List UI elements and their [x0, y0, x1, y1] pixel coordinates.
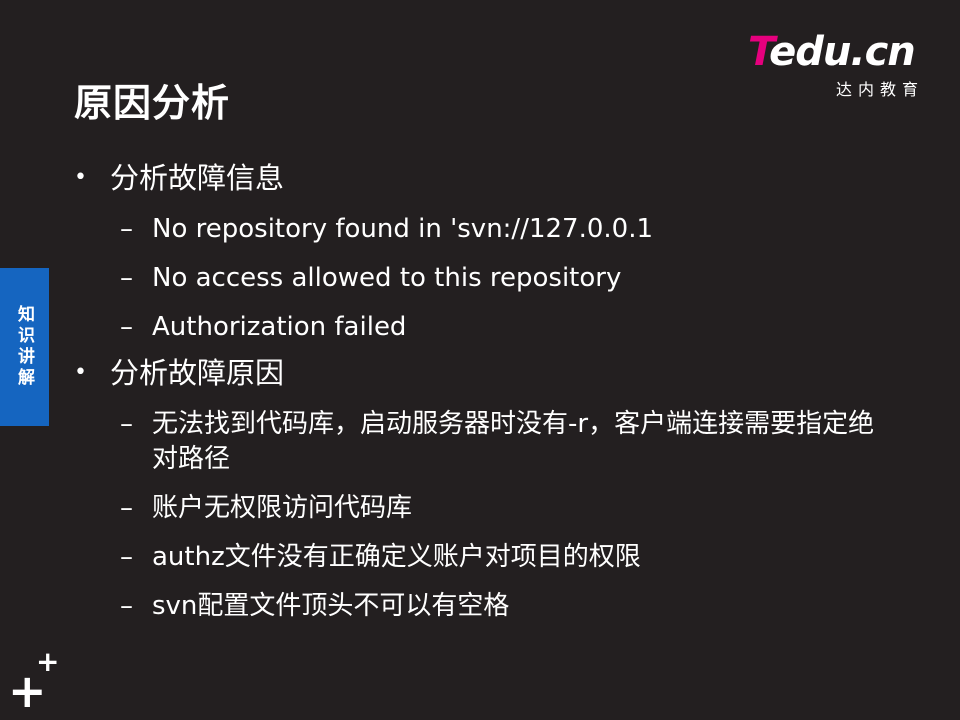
- tedu-logo: Tedu.cn 达内教育: [748, 30, 928, 100]
- list-item-text: authz文件没有正确定义账户对项目的权限: [152, 542, 641, 572]
- side-tab-knowledge: 知识讲解: [0, 268, 49, 426]
- list-item: – 无法找到代码库，启动服务器时没有-r，客户端连接需要指定绝对路径: [74, 407, 894, 477]
- dash-marker: –: [120, 591, 133, 621]
- logo-letter-t: T: [748, 29, 770, 75]
- logo-domain: edu.cn: [769, 29, 916, 75]
- side-tab-label: 知识讲解: [14, 305, 34, 389]
- dash-marker: –: [120, 263, 133, 293]
- list-item-text: No access allowed to this repository: [152, 263, 622, 293]
- list-item: – No repository found in 'svn://127.0.0.1: [74, 212, 894, 247]
- list-item: – authz文件没有正确定义账户对项目的权限: [74, 540, 894, 575]
- section-heading: 分析故障信息: [74, 158, 894, 198]
- list-item-text: Authorization failed: [152, 312, 407, 342]
- list-item-text: svn配置文件顶头不可以有空格: [152, 591, 510, 621]
- plus-mark-icon: + +: [8, 645, 60, 718]
- dash-marker: –: [120, 214, 133, 244]
- dash-marker: –: [120, 542, 133, 572]
- section-heading: 分析故障原因: [74, 353, 894, 393]
- list-item: – 账户无权限访问代码库: [74, 491, 894, 526]
- list-item: – Authorization failed: [74, 310, 894, 345]
- logo-subtitle: 达内教育: [835, 80, 924, 99]
- logo-wordmark: Tedu.cn: [748, 29, 916, 75]
- list-item: – svn配置文件顶头不可以有空格: [74, 589, 894, 624]
- list-item-text: No repository found in 'svn://127.0.0.1: [152, 214, 653, 244]
- list-item: – No access allowed to this repository: [74, 261, 894, 296]
- dash-marker: –: [120, 312, 133, 342]
- dash-marker: –: [120, 409, 133, 439]
- dash-marker: –: [120, 493, 133, 523]
- page-title: 原因分析: [74, 81, 231, 125]
- slide-content: 分析故障信息 –No repository found in 'svn://12…: [74, 150, 894, 624]
- list-item-text: 账户无权限访问代码库: [152, 493, 413, 523]
- list-item-text: 无法找到代码库，启动服务器时没有-r，客户端连接需要指定绝对路径: [152, 409, 875, 474]
